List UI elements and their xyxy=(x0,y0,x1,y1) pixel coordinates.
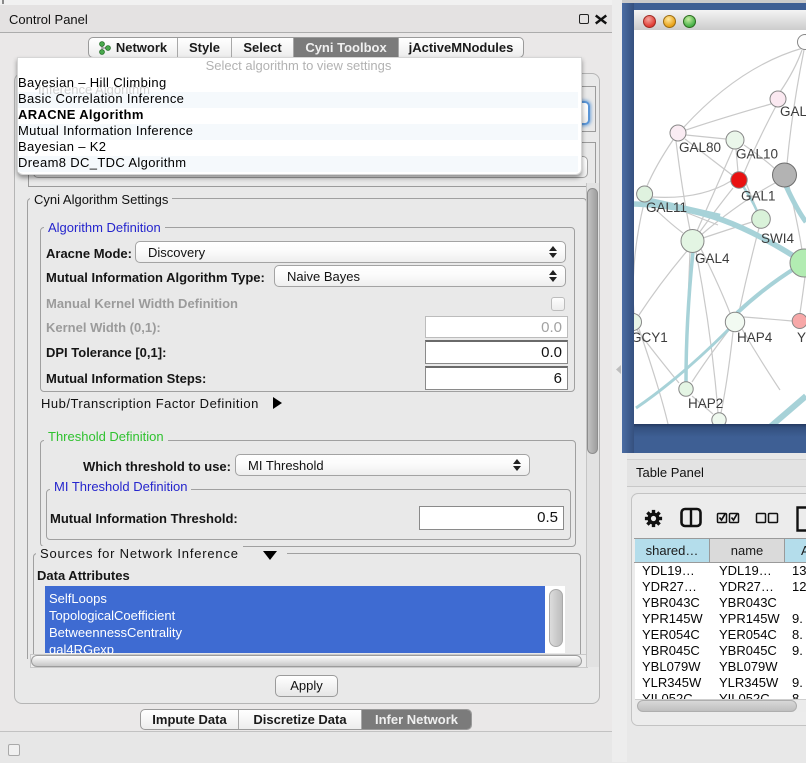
svg-text:HAP4: HAP4 xyxy=(737,330,773,345)
svg-text:GAL7: GAL7 xyxy=(780,104,806,119)
svg-text:GAL11: GAL11 xyxy=(646,200,687,215)
svg-text:SWI4: SWI4 xyxy=(761,231,794,246)
svg-text:GAL80: GAL80 xyxy=(679,140,721,155)
svg-text:Y: Y xyxy=(797,330,806,345)
svg-text:GAL10: GAL10 xyxy=(736,147,778,162)
svg-text:GAL4: GAL4 xyxy=(695,251,730,266)
svg-text:HAP2: HAP2 xyxy=(688,396,723,411)
svg-text:GCY1: GCY1 xyxy=(634,330,668,345)
svg-text:GAL1: GAL1 xyxy=(741,189,776,204)
